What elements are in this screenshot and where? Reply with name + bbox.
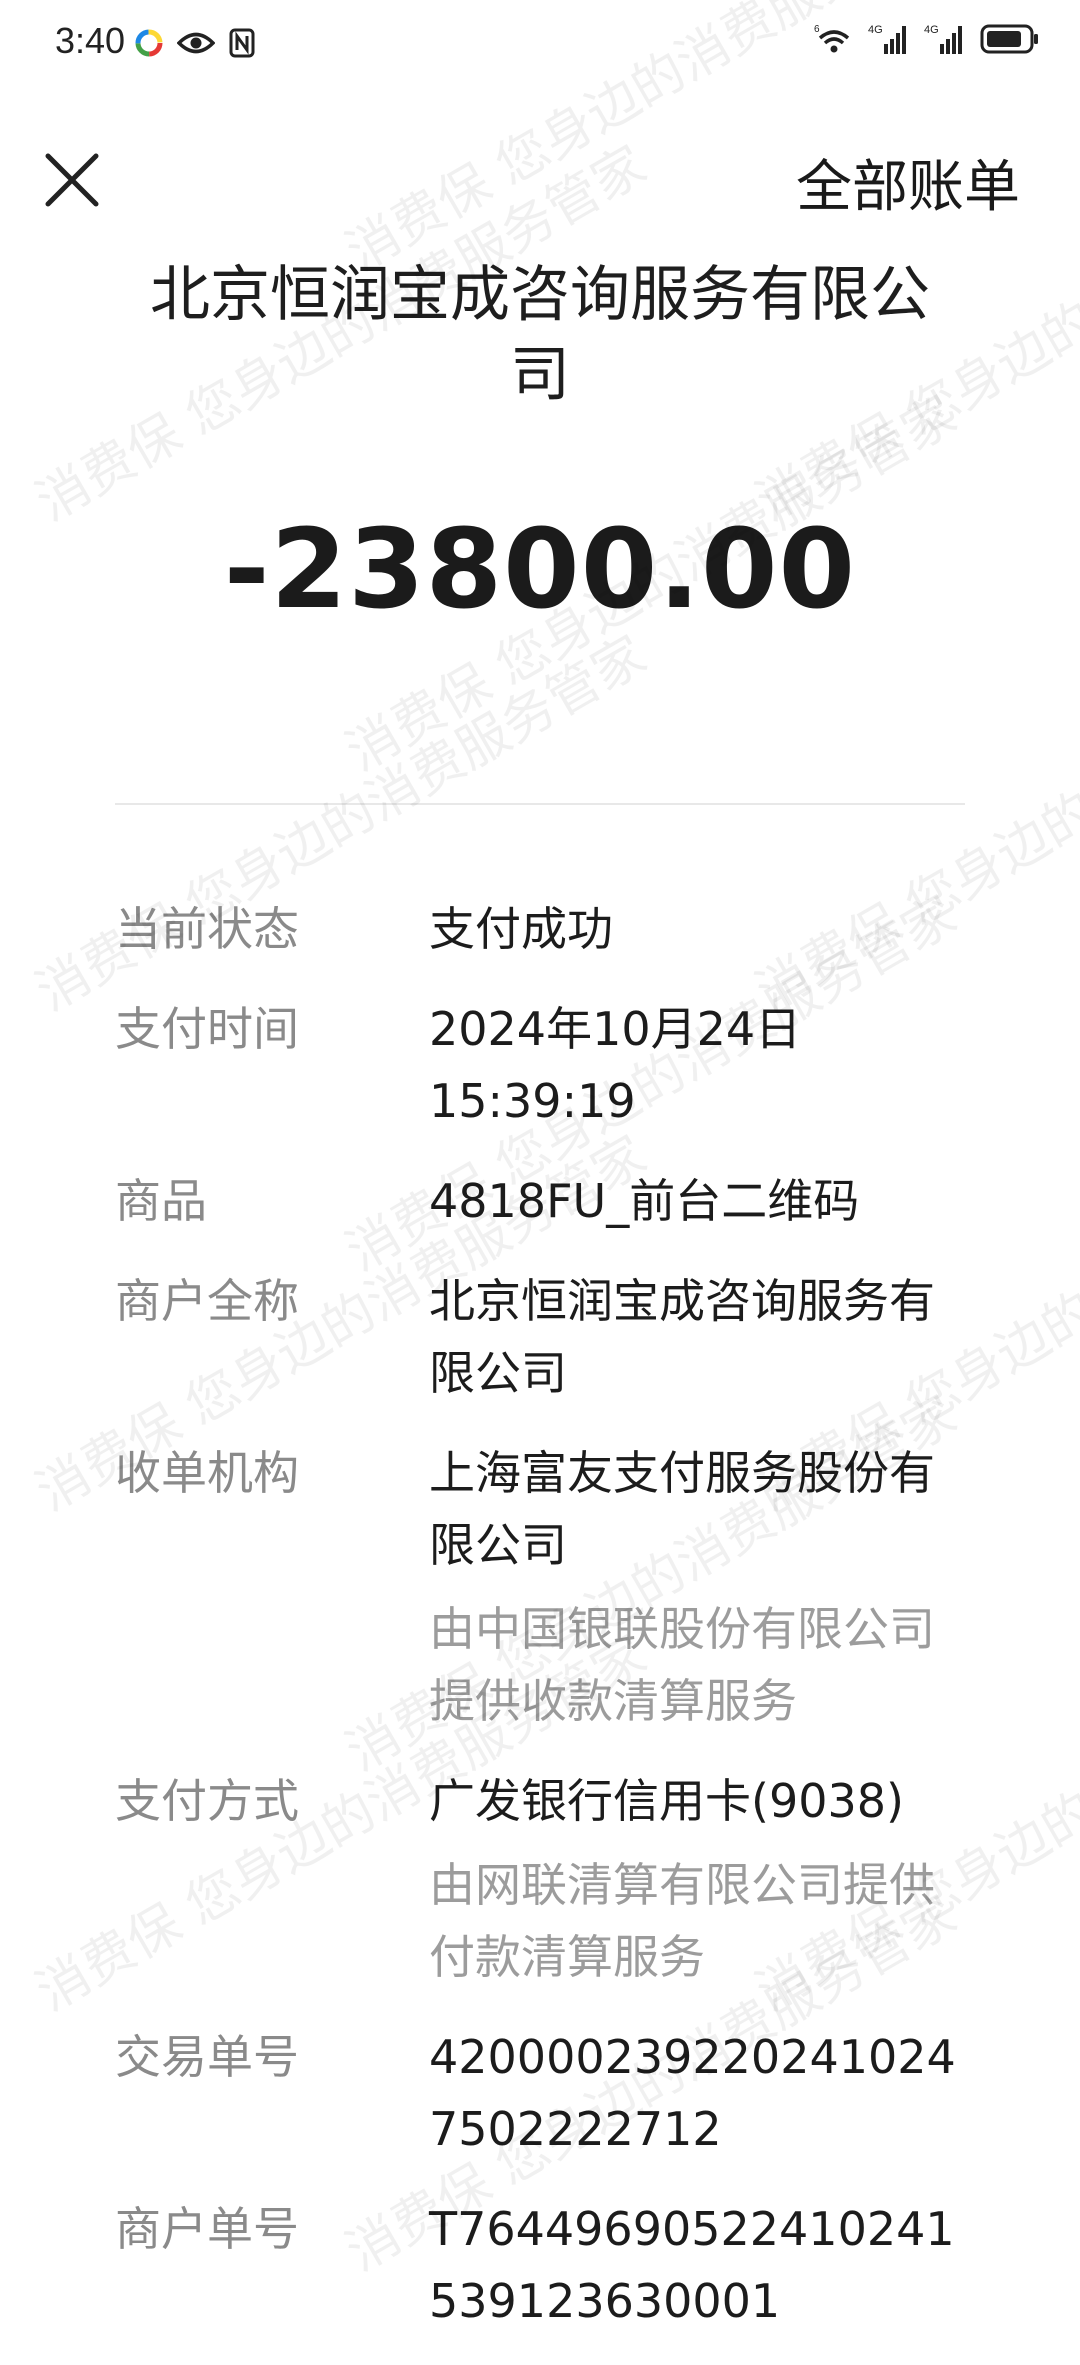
detail-value: 2024年10月24日 15:39:19 xyxy=(429,1002,802,1128)
status-left-icons xyxy=(135,28,255,62)
detail-row-status: 当前状态 支付成功 xyxy=(115,893,965,965)
detail-row-payment-method: 支付方式 广发银行信用卡(9038) 由网联清算有限公司提供付款清算服务 xyxy=(115,1765,965,1993)
detail-label: 商户单号 xyxy=(115,2202,299,2256)
signal-4g-2-icon: 4G xyxy=(924,22,966,60)
detail-value: 4818FU_前台二维码 xyxy=(429,1174,860,1228)
detail-value: 北京恒润宝成咨询服务有限公司 xyxy=(429,1274,935,1400)
svg-text:4G: 4G xyxy=(868,24,883,36)
svg-text:6: 6 xyxy=(814,24,820,35)
detail-value[interactable]: 4200002392202410247502222712 xyxy=(429,2021,965,2165)
battery-icon xyxy=(980,22,1040,60)
detail-label: 支付方式 xyxy=(115,1774,299,1828)
colorful-app-icon xyxy=(135,29,163,61)
nfc-icon xyxy=(229,28,255,62)
detail-row-product: 商品 4818FU_前台二维码 xyxy=(115,1165,965,1237)
status-time: 3:40 xyxy=(55,20,126,61)
detail-row-payment-time: 支付时间 2024年10月24日 15:39:19 xyxy=(115,993,965,1137)
detail-row-transaction-id: 交易单号 4200002392202410247502222712 xyxy=(115,2021,965,2165)
detail-row-merchant-name: 商户全称 北京恒润宝成咨询服务有限公司 xyxy=(115,1265,965,1409)
detail-value: 广发银行信用卡(9038) xyxy=(429,1774,904,1828)
svg-text:4G: 4G xyxy=(924,24,939,36)
wifi-icon: 6 xyxy=(814,22,854,60)
eye-icon xyxy=(176,30,216,60)
transaction-amount: -23800.00 xyxy=(223,505,857,633)
detail-label: 交易单号 xyxy=(115,2030,299,2084)
detail-value[interactable]: T76449690522410241539123630001 xyxy=(429,2193,965,2337)
detail-row-acquirer: 收单机构 上海富友支付服务股份有限公司 由中国银联股份有限公司提供收款清算服务 xyxy=(115,1437,965,1737)
detail-label: 支付时间 xyxy=(115,1002,299,1056)
detail-label: 当前状态 xyxy=(115,902,299,956)
merchant-title: 北京恒润宝成咨询服务有限公司 xyxy=(150,260,930,410)
all-bills-link[interactable]: 全部账单 xyxy=(796,142,1020,223)
close-icon[interactable] xyxy=(42,150,102,210)
transaction-details: 当前状态 支付成功 支付时间 2024年10月24日 15:39:19 商品 4… xyxy=(115,893,965,2365)
detail-value: 上海富友支付服务股份有限公司 xyxy=(429,1446,935,1572)
divider xyxy=(115,803,965,805)
signal-4g-1-icon: 4G xyxy=(868,22,910,60)
detail-sub-note: 由网联清算有限公司提供付款清算服务 xyxy=(429,1858,935,1984)
detail-label: 商品 xyxy=(115,1174,207,1228)
detail-label: 收单机构 xyxy=(115,1446,299,1500)
detail-sub-note: 由中国银联股份有限公司提供收款清算服务 xyxy=(429,1602,935,1728)
status-right-icons: 6 4G 4G xyxy=(814,22,1040,60)
detail-row-merchant-order-id: 商户单号 T76449690522410241539123630001 xyxy=(115,2193,965,2337)
detail-value: 支付成功 xyxy=(429,902,613,956)
status-bar: 3:40 6 4G 4G xyxy=(0,0,1080,90)
detail-label: 商户全称 xyxy=(115,1274,299,1328)
header: 全部账单 xyxy=(0,120,1080,240)
